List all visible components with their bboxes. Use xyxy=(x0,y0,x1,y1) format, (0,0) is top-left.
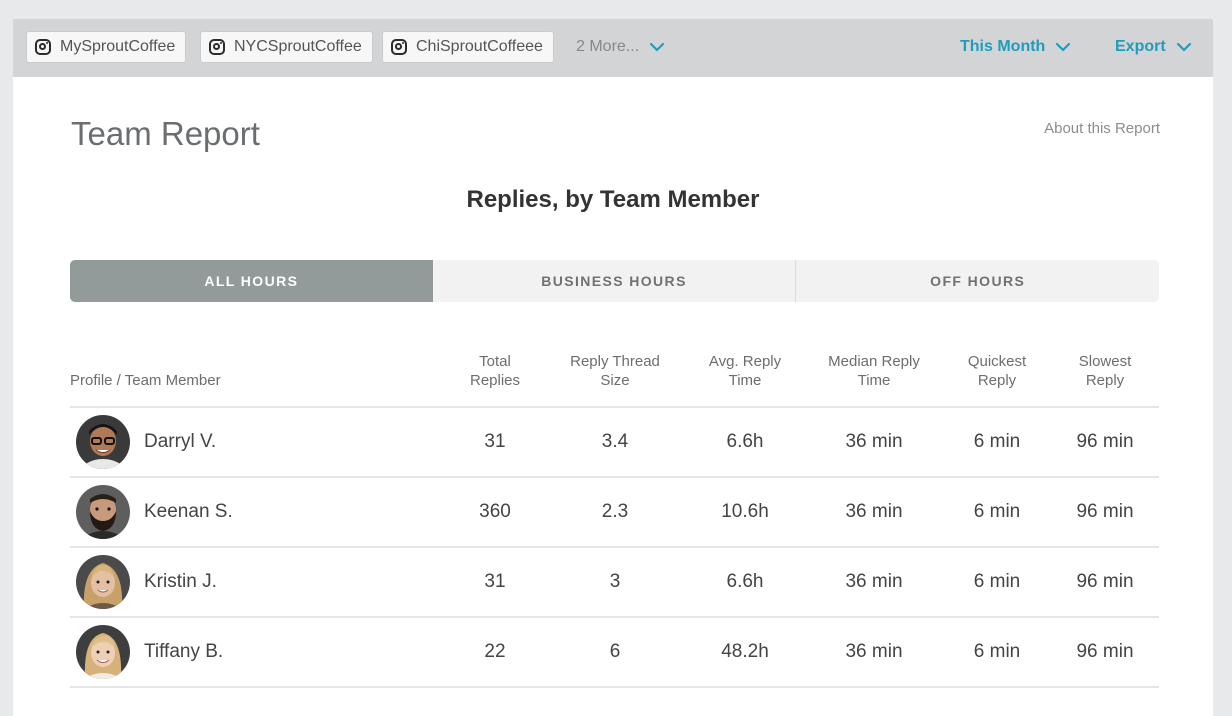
date-range-dropdown[interactable]: This Month xyxy=(960,38,1071,56)
total-replies-cell: 22 xyxy=(445,617,545,688)
profile-toolbar: MySproutCoffee NYCSproutCoffee ChiSprout… xyxy=(13,19,1213,77)
member-name: Tiffany B. xyxy=(144,641,224,662)
instagram-icon xyxy=(209,39,225,55)
about-report-link[interactable]: About this Report xyxy=(1044,120,1160,137)
more-profiles-dropdown[interactable]: 2 More... xyxy=(576,38,665,56)
avg-time-cell: 10.6h xyxy=(685,477,805,548)
table-row[interactable]: Darryl V. 31 3.4 6.6h 36 min 6 min 96 mi… xyxy=(70,407,1159,478)
column-header-total-replies[interactable]: Total Replies xyxy=(445,352,545,408)
page-title: Team Report xyxy=(71,115,260,152)
profile-chip-chisproutcoffeee[interactable]: ChiSproutCoffeee xyxy=(382,31,554,63)
median-time-cell: 36 min xyxy=(805,407,943,478)
avatar xyxy=(76,625,130,679)
slowest-cell: 96 min xyxy=(1051,547,1159,618)
member-name: Keenan S. xyxy=(144,501,233,522)
tab-off-hours[interactable]: OFF HOURS xyxy=(795,260,1159,302)
table-row[interactable]: Tiffany B. 22 6 48.2h 36 min 6 min 96 mi… xyxy=(70,617,1159,688)
quickest-cell: 6 min xyxy=(943,547,1051,618)
column-header-member[interactable]: Profile / Team Member xyxy=(70,352,445,408)
column-header-thread-size[interactable]: Reply Thread Size xyxy=(545,352,685,408)
profile-chip-label: MySproutCoffee xyxy=(60,38,176,55)
export-dropdown[interactable]: Export xyxy=(1115,38,1192,56)
quickest-cell: 6 min xyxy=(943,617,1051,688)
chevron-down-icon xyxy=(1055,39,1071,55)
total-replies-cell: 31 xyxy=(445,407,545,478)
instagram-icon xyxy=(391,39,407,55)
export-label: Export xyxy=(1115,38,1166,55)
report-panel: MySproutCoffee NYCSproutCoffee ChiSprout… xyxy=(13,19,1213,716)
thread-size-cell: 2.3 xyxy=(545,477,685,548)
profile-chip-label: NYCSproutCoffee xyxy=(234,38,362,55)
slowest-cell: 96 min xyxy=(1051,617,1159,688)
column-header-median-time[interactable]: Median Reply Time xyxy=(805,352,943,408)
avatar xyxy=(76,415,130,469)
thread-size-cell: 6 xyxy=(545,617,685,688)
instagram-icon xyxy=(35,39,51,55)
median-time-cell: 36 min xyxy=(805,617,943,688)
median-time-cell: 36 min xyxy=(805,547,943,618)
slowest-cell: 96 min xyxy=(1051,407,1159,478)
date-range-label: This Month xyxy=(960,38,1046,55)
member-cell: Kristin J. xyxy=(70,547,445,618)
profile-chip-nycsproutcoffee[interactable]: NYCSproutCoffee xyxy=(200,31,373,63)
avatar xyxy=(76,485,130,539)
chevron-down-icon xyxy=(1176,39,1192,55)
column-header-avg-time[interactable]: Avg. Reply Time xyxy=(685,352,805,408)
table-row[interactable]: Kristin J. 31 3 6.6h 36 min 6 min 96 min xyxy=(70,547,1159,618)
member-name: Kristin J. xyxy=(144,571,217,592)
tab-business-hours[interactable]: BUSINESS HOURS xyxy=(433,260,796,302)
team-replies-table: Profile / Team Member Total Replies Reply… xyxy=(70,352,1159,688)
slowest-cell: 96 min xyxy=(1051,477,1159,548)
table-row[interactable]: Keenan S. 360 2.3 10.6h 36 min 6 min 96 … xyxy=(70,477,1159,548)
thread-size-cell: 3.4 xyxy=(545,407,685,478)
column-header-slowest[interactable]: Slowest Reply xyxy=(1051,352,1159,408)
total-replies-cell: 360 xyxy=(445,477,545,548)
column-header-quickest[interactable]: Quickest Reply xyxy=(943,352,1051,408)
member-cell: Keenan S. xyxy=(70,477,445,548)
quickest-cell: 6 min xyxy=(943,407,1051,478)
avg-time-cell: 6.6h xyxy=(685,547,805,618)
profile-chip-label: ChiSproutCoffeee xyxy=(416,38,543,55)
chevron-down-icon xyxy=(649,39,665,55)
tab-all-hours[interactable]: ALL HOURS xyxy=(70,260,433,302)
member-cell: Darryl V. xyxy=(70,407,445,478)
profile-chip-mysproutcoffee[interactable]: MySproutCoffee xyxy=(26,31,187,63)
section-title: Replies, by Team Member xyxy=(466,186,760,213)
avg-time-cell: 48.2h xyxy=(685,617,805,688)
avatar xyxy=(76,555,130,609)
avg-time-cell: 6.6h xyxy=(685,407,805,478)
hours-tab-bar: ALL HOURS BUSINESS HOURS OFF HOURS xyxy=(70,260,1159,302)
median-time-cell: 36 min xyxy=(805,477,943,548)
total-replies-cell: 31 xyxy=(445,547,545,618)
quickest-cell: 6 min xyxy=(943,477,1051,548)
thread-size-cell: 3 xyxy=(545,547,685,618)
more-profiles-label: 2 More... xyxy=(576,38,640,55)
member-cell: Tiffany B. xyxy=(70,617,445,688)
member-name: Darryl V. xyxy=(144,431,217,452)
table-header-row: Profile / Team Member Total Replies Reply… xyxy=(70,352,1159,408)
